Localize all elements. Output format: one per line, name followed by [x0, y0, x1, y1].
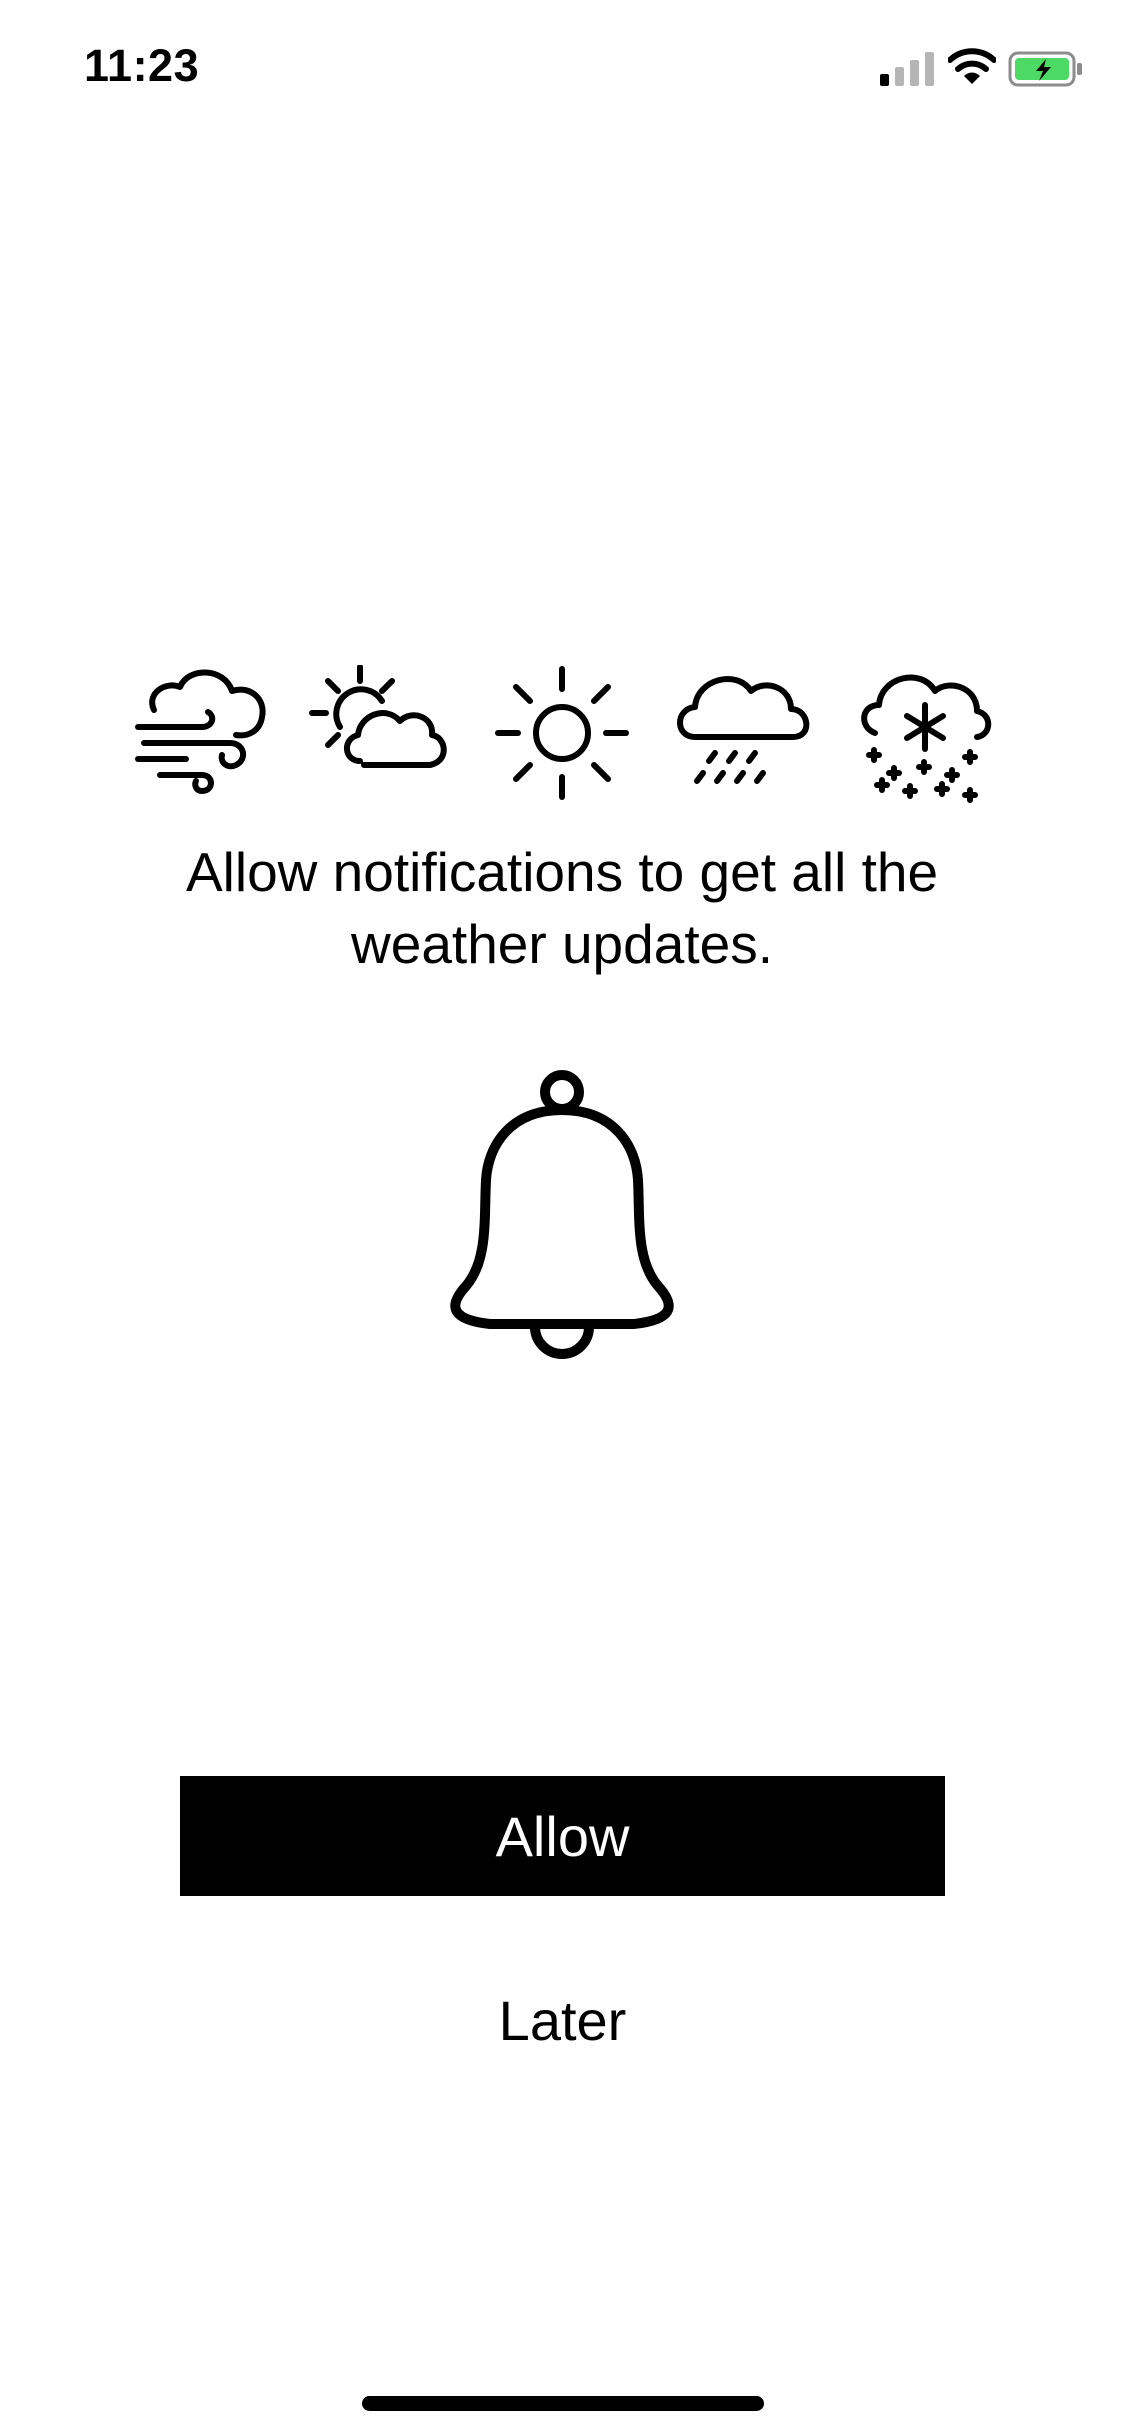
bell-icon [450, 1070, 674, 1359]
partly-sunny-icon [309, 665, 447, 768]
wind-cloud-icon [135, 669, 266, 794]
battery-charging-icon [1008, 51, 1082, 87]
weather-icons-row [0, 665, 1125, 815]
home-indicator[interactable] [362, 2396, 764, 2411]
sun-icon [495, 666, 629, 800]
later-button[interactable]: Later [380, 1970, 745, 2070]
message-line-2: weather updates. [351, 913, 773, 975]
wifi-icon [948, 48, 996, 84]
allow-button[interactable]: Allow [180, 1776, 945, 1896]
notification-message: Allow notifications to get all the weath… [112, 836, 1012, 980]
notification-permission-screen: 11:23 Allow notifications to get all the… [0, 0, 1125, 2436]
message-line-1: Allow notifications to get all the [185, 841, 939, 903]
status-time: 11:23 [84, 40, 200, 91]
rain-icon [677, 676, 810, 784]
snow-icon [861, 674, 992, 803]
cellular-signal-icon [880, 52, 934, 86]
status-bar: 11:23 [0, 0, 1125, 132]
